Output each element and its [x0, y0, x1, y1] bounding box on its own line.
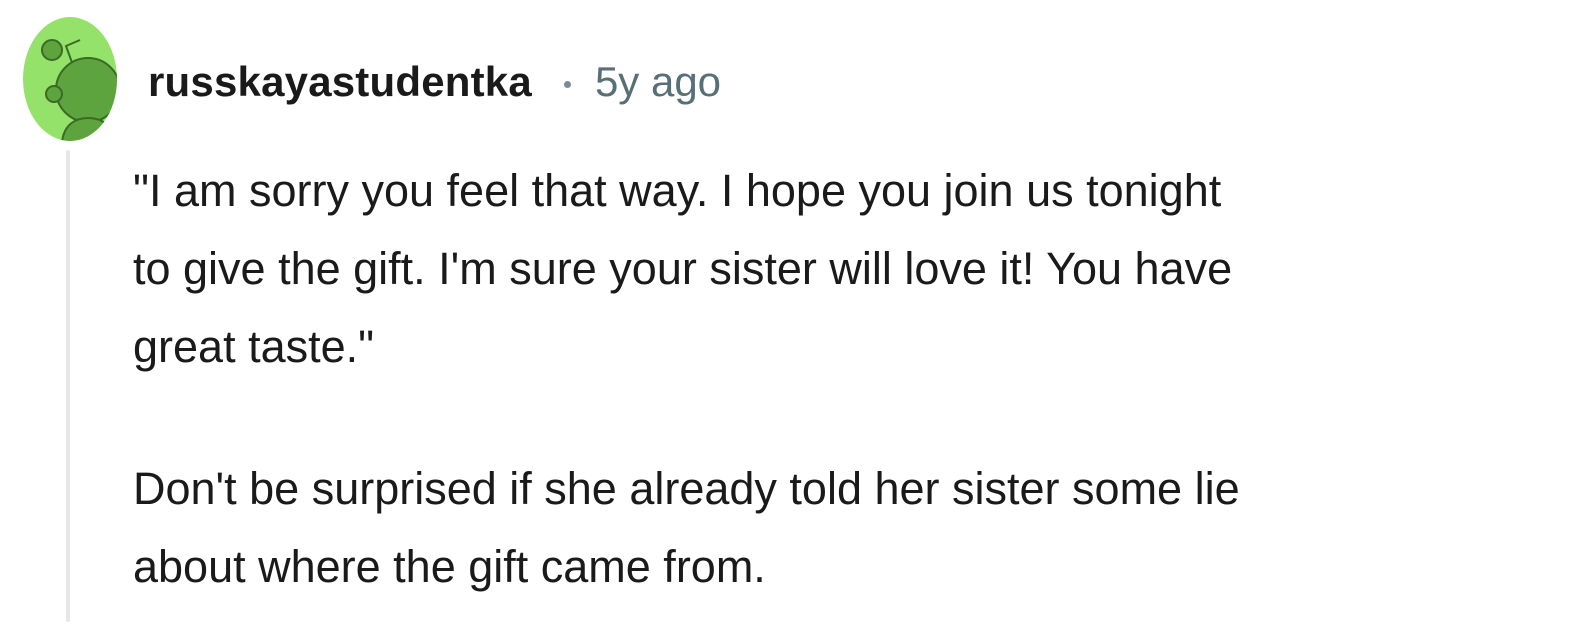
comment-paragraph: "I am sorry you feel that way. I hope yo… — [133, 152, 1573, 386]
comment-line: great taste." — [133, 321, 375, 372]
comment-paragraph: Don't be surprised if she already told h… — [133, 450, 1573, 606]
comment-line: "I am sorry you feel that way. I hope yo… — [133, 165, 1222, 216]
comment-line: Don't be surprised if she already told h… — [133, 463, 1240, 514]
comment-body: "I am sorry you feel that way. I hope yo… — [133, 152, 1573, 606]
comment-timestamp[interactable]: 5y ago — [595, 58, 721, 106]
author-username[interactable]: russkayastudentka — [148, 58, 532, 106]
comment: russkayastudentka 5y ago "I am sorry you… — [0, 0, 1594, 630]
comment-meta: russkayastudentka 5y ago — [148, 52, 721, 112]
separator-dot — [563, 80, 571, 88]
snoo-avatar-icon[interactable] — [22, 16, 118, 142]
comment-line: about where the gift came from. — [133, 541, 766, 592]
comment-line: to give the gift. I'm sure your sister w… — [133, 243, 1233, 294]
thread-collapse-line[interactable] — [66, 150, 70, 622]
